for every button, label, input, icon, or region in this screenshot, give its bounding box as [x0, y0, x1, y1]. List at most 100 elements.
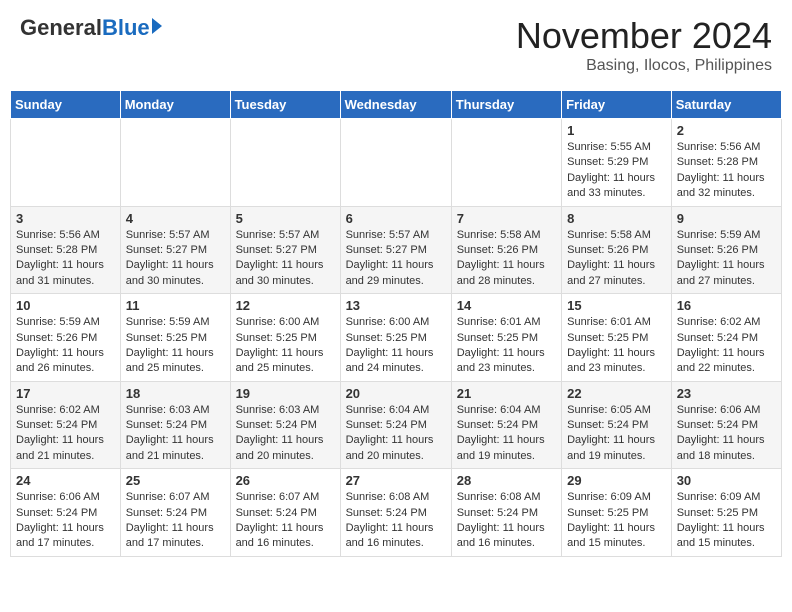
calendar-cell: 13Sunrise: 6:00 AM Sunset: 5:25 PM Dayli…	[340, 294, 451, 382]
day-number: 7	[457, 211, 556, 226]
calendar-cell: 27 Sunrise: 6:08 AM Sunset: 5:24 PM Dayli…	[340, 469, 451, 557]
day-info: Sunrise: 5:59 AM Sunset: 5:26 PM Dayligh…	[16, 315, 115, 377]
calendar-cell: 16Sunrise: 6:02 AM Sunset: 5:24 PM Dayli…	[671, 294, 781, 382]
day-number: 10	[16, 298, 115, 313]
title-section: November 2024 Basing, Ilocos, Philippine…	[516, 15, 772, 75]
day-number: 6	[346, 211, 446, 226]
day-info: Sunrise: 6:08 AM Sunset: 5:24 PM Dayligh…	[346, 490, 446, 552]
day-number: 27	[346, 473, 446, 488]
calendar-table: SundayMondayTuesdayWednesdayThursdayFrid…	[10, 90, 782, 557]
day-number: 25	[126, 473, 225, 488]
day-number: 12	[236, 298, 335, 313]
day-info: Sunrise: 6:07 AM Sunset: 5:24 PM Dayligh…	[126, 490, 225, 552]
day-of-week-header: Thursday	[451, 91, 561, 119]
logo-general-text: General	[20, 15, 102, 41]
day-info: Sunrise: 5:57 AM Sunset: 5:27 PM Dayligh…	[236, 228, 335, 290]
day-number: 4	[126, 211, 225, 226]
day-info: Sunrise: 6:06 AM Sunset: 5:24 PM Dayligh…	[677, 403, 776, 465]
calendar-cell: 25 Sunrise: 6:07 AM Sunset: 5:24 PM Dayli…	[120, 469, 230, 557]
day-number: 22	[567, 386, 666, 401]
day-info: Sunrise: 5:59 AM Sunset: 5:25 PM Dayligh…	[126, 315, 225, 377]
calendar-header-row: SundayMondayTuesdayWednesdayThursdayFrid…	[11, 91, 782, 119]
day-number: 14	[457, 298, 556, 313]
day-number: 17	[16, 386, 115, 401]
day-of-week-header: Sunday	[11, 91, 121, 119]
day-info: Sunrise: 6:02 AM Sunset: 5:24 PM Dayligh…	[16, 403, 115, 465]
logo-arrow-icon	[152, 18, 162, 34]
logo-blue-text: Blue	[102, 15, 150, 41]
day-info: Sunrise: 6:08 AM Sunset: 5:24 PM Dayligh…	[457, 490, 556, 552]
calendar-cell	[11, 119, 121, 207]
day-of-week-header: Tuesday	[230, 91, 340, 119]
calendar-week-row: 24 Sunrise: 6:06 AM Sunset: 5:24 PM Dayli…	[11, 469, 782, 557]
calendar-cell	[230, 119, 340, 207]
logo: General Blue	[20, 15, 162, 41]
day-info: Sunrise: 6:03 AM Sunset: 5:24 PM Dayligh…	[236, 403, 335, 465]
day-number: 26	[236, 473, 335, 488]
day-number: 8	[567, 211, 666, 226]
calendar-cell	[340, 119, 451, 207]
calendar-body: 1Sunrise: 5:55 AM Sunset: 5:29 PM Daylig…	[11, 119, 782, 557]
calendar-cell: 14 Sunrise: 6:01 AM Sunset: 5:25 PM Dayli…	[451, 294, 561, 382]
calendar-cell: 20 Sunrise: 6:04 AM Sunset: 5:24 PM Dayli…	[340, 381, 451, 469]
day-number: 23	[677, 386, 776, 401]
day-info: Sunrise: 5:58 AM Sunset: 5:26 PM Dayligh…	[567, 228, 666, 290]
calendar-cell: 10 Sunrise: 5:59 AM Sunset: 5:26 PM Dayli…	[11, 294, 121, 382]
day-info: Sunrise: 5:57 AM Sunset: 5:27 PM Dayligh…	[346, 228, 446, 290]
day-number: 18	[126, 386, 225, 401]
calendar-cell: 15Sunrise: 6:01 AM Sunset: 5:25 PM Dayli…	[562, 294, 672, 382]
day-number: 16	[677, 298, 776, 313]
day-number: 15	[567, 298, 666, 313]
day-number: 2	[677, 123, 776, 138]
calendar-cell	[120, 119, 230, 207]
calendar-cell: 18 Sunrise: 6:03 AM Sunset: 5:24 PM Dayli…	[120, 381, 230, 469]
day-info: Sunrise: 6:06 AM Sunset: 5:24 PM Dayligh…	[16, 490, 115, 552]
day-of-week-header: Monday	[120, 91, 230, 119]
calendar-cell: 26 Sunrise: 6:07 AM Sunset: 5:24 PM Dayli…	[230, 469, 340, 557]
day-info: Sunrise: 6:00 AM Sunset: 5:25 PM Dayligh…	[236, 315, 335, 377]
calendar-cell: 19 Sunrise: 6:03 AM Sunset: 5:24 PM Dayli…	[230, 381, 340, 469]
calendar-cell: 3Sunrise: 5:56 AM Sunset: 5:28 PM Daylig…	[11, 206, 121, 294]
day-info: Sunrise: 6:07 AM Sunset: 5:24 PM Dayligh…	[236, 490, 335, 552]
day-number: 24	[16, 473, 115, 488]
calendar-week-row: 10 Sunrise: 5:59 AM Sunset: 5:26 PM Dayli…	[11, 294, 782, 382]
day-info: Sunrise: 6:09 AM Sunset: 5:25 PM Dayligh…	[567, 490, 666, 552]
day-of-week-header: Friday	[562, 91, 672, 119]
calendar-cell: 29 Sunrise: 6:09 AM Sunset: 5:25 PM Dayli…	[562, 469, 672, 557]
day-number: 19	[236, 386, 335, 401]
calendar-week-row: 3Sunrise: 5:56 AM Sunset: 5:28 PM Daylig…	[11, 206, 782, 294]
day-number: 29	[567, 473, 666, 488]
day-info: Sunrise: 5:56 AM Sunset: 5:28 PM Dayligh…	[16, 228, 115, 290]
day-info: Sunrise: 5:55 AM Sunset: 5:29 PM Dayligh…	[567, 140, 666, 202]
day-info: Sunrise: 5:57 AM Sunset: 5:27 PM Dayligh…	[126, 228, 225, 290]
day-info: Sunrise: 6:04 AM Sunset: 5:24 PM Dayligh…	[457, 403, 556, 465]
calendar-cell: 9 Sunrise: 5:59 AM Sunset: 5:26 PM Daylig…	[671, 206, 781, 294]
calendar-cell: 24 Sunrise: 6:06 AM Sunset: 5:24 PM Dayli…	[11, 469, 121, 557]
month-title: November 2024	[516, 15, 772, 57]
day-number: 11	[126, 298, 225, 313]
day-info: Sunrise: 5:56 AM Sunset: 5:28 PM Dayligh…	[677, 140, 776, 202]
day-info: Sunrise: 6:03 AM Sunset: 5:24 PM Dayligh…	[126, 403, 225, 465]
calendar-cell: 4 Sunrise: 5:57 AM Sunset: 5:27 PM Daylig…	[120, 206, 230, 294]
day-info: Sunrise: 5:59 AM Sunset: 5:26 PM Dayligh…	[677, 228, 776, 290]
calendar-cell: 12 Sunrise: 6:00 AM Sunset: 5:25 PM Dayli…	[230, 294, 340, 382]
day-number: 13	[346, 298, 446, 313]
day-info: Sunrise: 6:05 AM Sunset: 5:24 PM Dayligh…	[567, 403, 666, 465]
day-of-week-header: Wednesday	[340, 91, 451, 119]
calendar-cell: 23 Sunrise: 6:06 AM Sunset: 5:24 PM Dayli…	[671, 381, 781, 469]
day-info: Sunrise: 5:58 AM Sunset: 5:26 PM Dayligh…	[457, 228, 556, 290]
calendar-cell: 8 Sunrise: 5:58 AM Sunset: 5:26 PM Daylig…	[562, 206, 672, 294]
day-number: 30	[677, 473, 776, 488]
calendar-cell: 17 Sunrise: 6:02 AM Sunset: 5:24 PM Dayli…	[11, 381, 121, 469]
day-of-week-header: Saturday	[671, 91, 781, 119]
calendar-cell: 7 Sunrise: 5:58 AM Sunset: 5:26 PM Daylig…	[451, 206, 561, 294]
day-info: Sunrise: 6:04 AM Sunset: 5:24 PM Dayligh…	[346, 403, 446, 465]
calendar-cell: 21Sunrise: 6:04 AM Sunset: 5:24 PM Dayli…	[451, 381, 561, 469]
calendar-cell: 28Sunrise: 6:08 AM Sunset: 5:24 PM Dayli…	[451, 469, 561, 557]
day-info: Sunrise: 6:01 AM Sunset: 5:25 PM Dayligh…	[457, 315, 556, 377]
day-number: 20	[346, 386, 446, 401]
calendar-cell: 2 Sunrise: 5:56 AM Sunset: 5:28 PM Daylig…	[671, 119, 781, 207]
day-info: Sunrise: 6:09 AM Sunset: 5:25 PM Dayligh…	[677, 490, 776, 552]
calendar-cell: 22 Sunrise: 6:05 AM Sunset: 5:24 PM Dayli…	[562, 381, 672, 469]
day-number: 9	[677, 211, 776, 226]
